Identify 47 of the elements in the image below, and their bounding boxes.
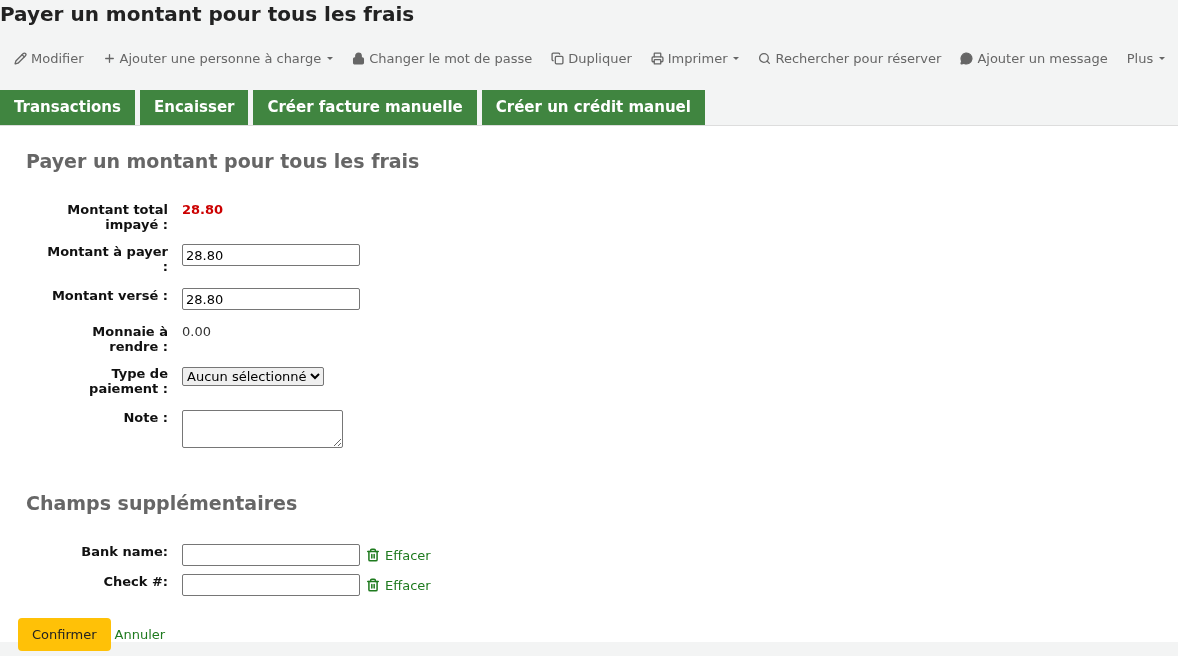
text-field[interactable] bbox=[182, 574, 360, 596]
field-label: Note : bbox=[122, 410, 168, 425]
caret-icon bbox=[733, 56, 740, 60]
amount-field[interactable]: 28.80 bbox=[182, 244, 360, 266]
section-heading: Champs supplémentaires bbox=[26, 492, 299, 514]
trash-icon bbox=[366, 578, 380, 592]
plus-icon bbox=[102, 51, 116, 65]
caret-icon bbox=[327, 56, 334, 60]
toolbar-link[interactable]: Rechercher pour réserver bbox=[758, 50, 942, 66]
toolbar-link[interactable]: Plus bbox=[1126, 50, 1166, 66]
note-field[interactable] bbox=[182, 410, 343, 448]
tab[interactable]: Créer un crédit manuel bbox=[481, 90, 705, 125]
printer-icon bbox=[650, 51, 664, 65]
toolbar-link[interactable]: Dupliquer bbox=[551, 50, 632, 66]
change-amount: 0.00 bbox=[182, 324, 212, 339]
field-label: Check #: bbox=[102, 574, 168, 589]
field-label: Bank name: bbox=[80, 544, 168, 559]
total-amount: 28.80 bbox=[182, 202, 225, 217]
page-title: Payer un montant pour tous les frais bbox=[0, 1, 416, 26]
trash-icon bbox=[366, 548, 380, 562]
tab[interactable]: Transactions bbox=[0, 90, 135, 125]
amount-field[interactable]: 28.80 bbox=[182, 288, 360, 310]
section-heading: Payer un montant pour tous les frais bbox=[26, 150, 421, 172]
tab[interactable]: Encaisser bbox=[139, 90, 249, 125]
clear-link[interactable]: Effacer bbox=[366, 577, 431, 593]
caret-icon bbox=[1159, 56, 1166, 60]
search-icon bbox=[758, 51, 772, 65]
field-label: Montant à payer : bbox=[46, 244, 168, 274]
payment-type-select[interactable]: Aucun sélectionné bbox=[182, 367, 324, 386]
field-label: Montant versé : bbox=[50, 288, 168, 303]
speech-bubble-icon bbox=[960, 51, 974, 65]
clear-link[interactable]: Effacer bbox=[366, 547, 431, 563]
cancel-link[interactable]: Annuler bbox=[114, 627, 166, 642]
text-field[interactable] bbox=[182, 544, 360, 566]
field-label: Monnaie à rendre : bbox=[91, 324, 168, 354]
toolbar-link[interactable]: Modifier bbox=[14, 50, 84, 66]
toolbar-link[interactable]: Ajouter un message bbox=[960, 50, 1108, 66]
field-label: Montant total impayé : bbox=[66, 202, 168, 232]
toolbar-link[interactable]: Ajouter une personne à charge bbox=[102, 50, 334, 66]
tab[interactable]: Créer facture manuelle bbox=[253, 90, 477, 125]
confirm-button[interactable]: Confirmer bbox=[18, 618, 111, 651]
toolbar-link[interactable]: Imprimer bbox=[650, 50, 740, 66]
pencil-icon bbox=[14, 51, 27, 65]
copy-icon bbox=[551, 51, 565, 65]
field-label: Type de paiement : bbox=[88, 366, 168, 396]
toolbar-link[interactable]: Changer le mot de passe bbox=[352, 50, 533, 66]
lock-icon bbox=[352, 51, 366, 65]
